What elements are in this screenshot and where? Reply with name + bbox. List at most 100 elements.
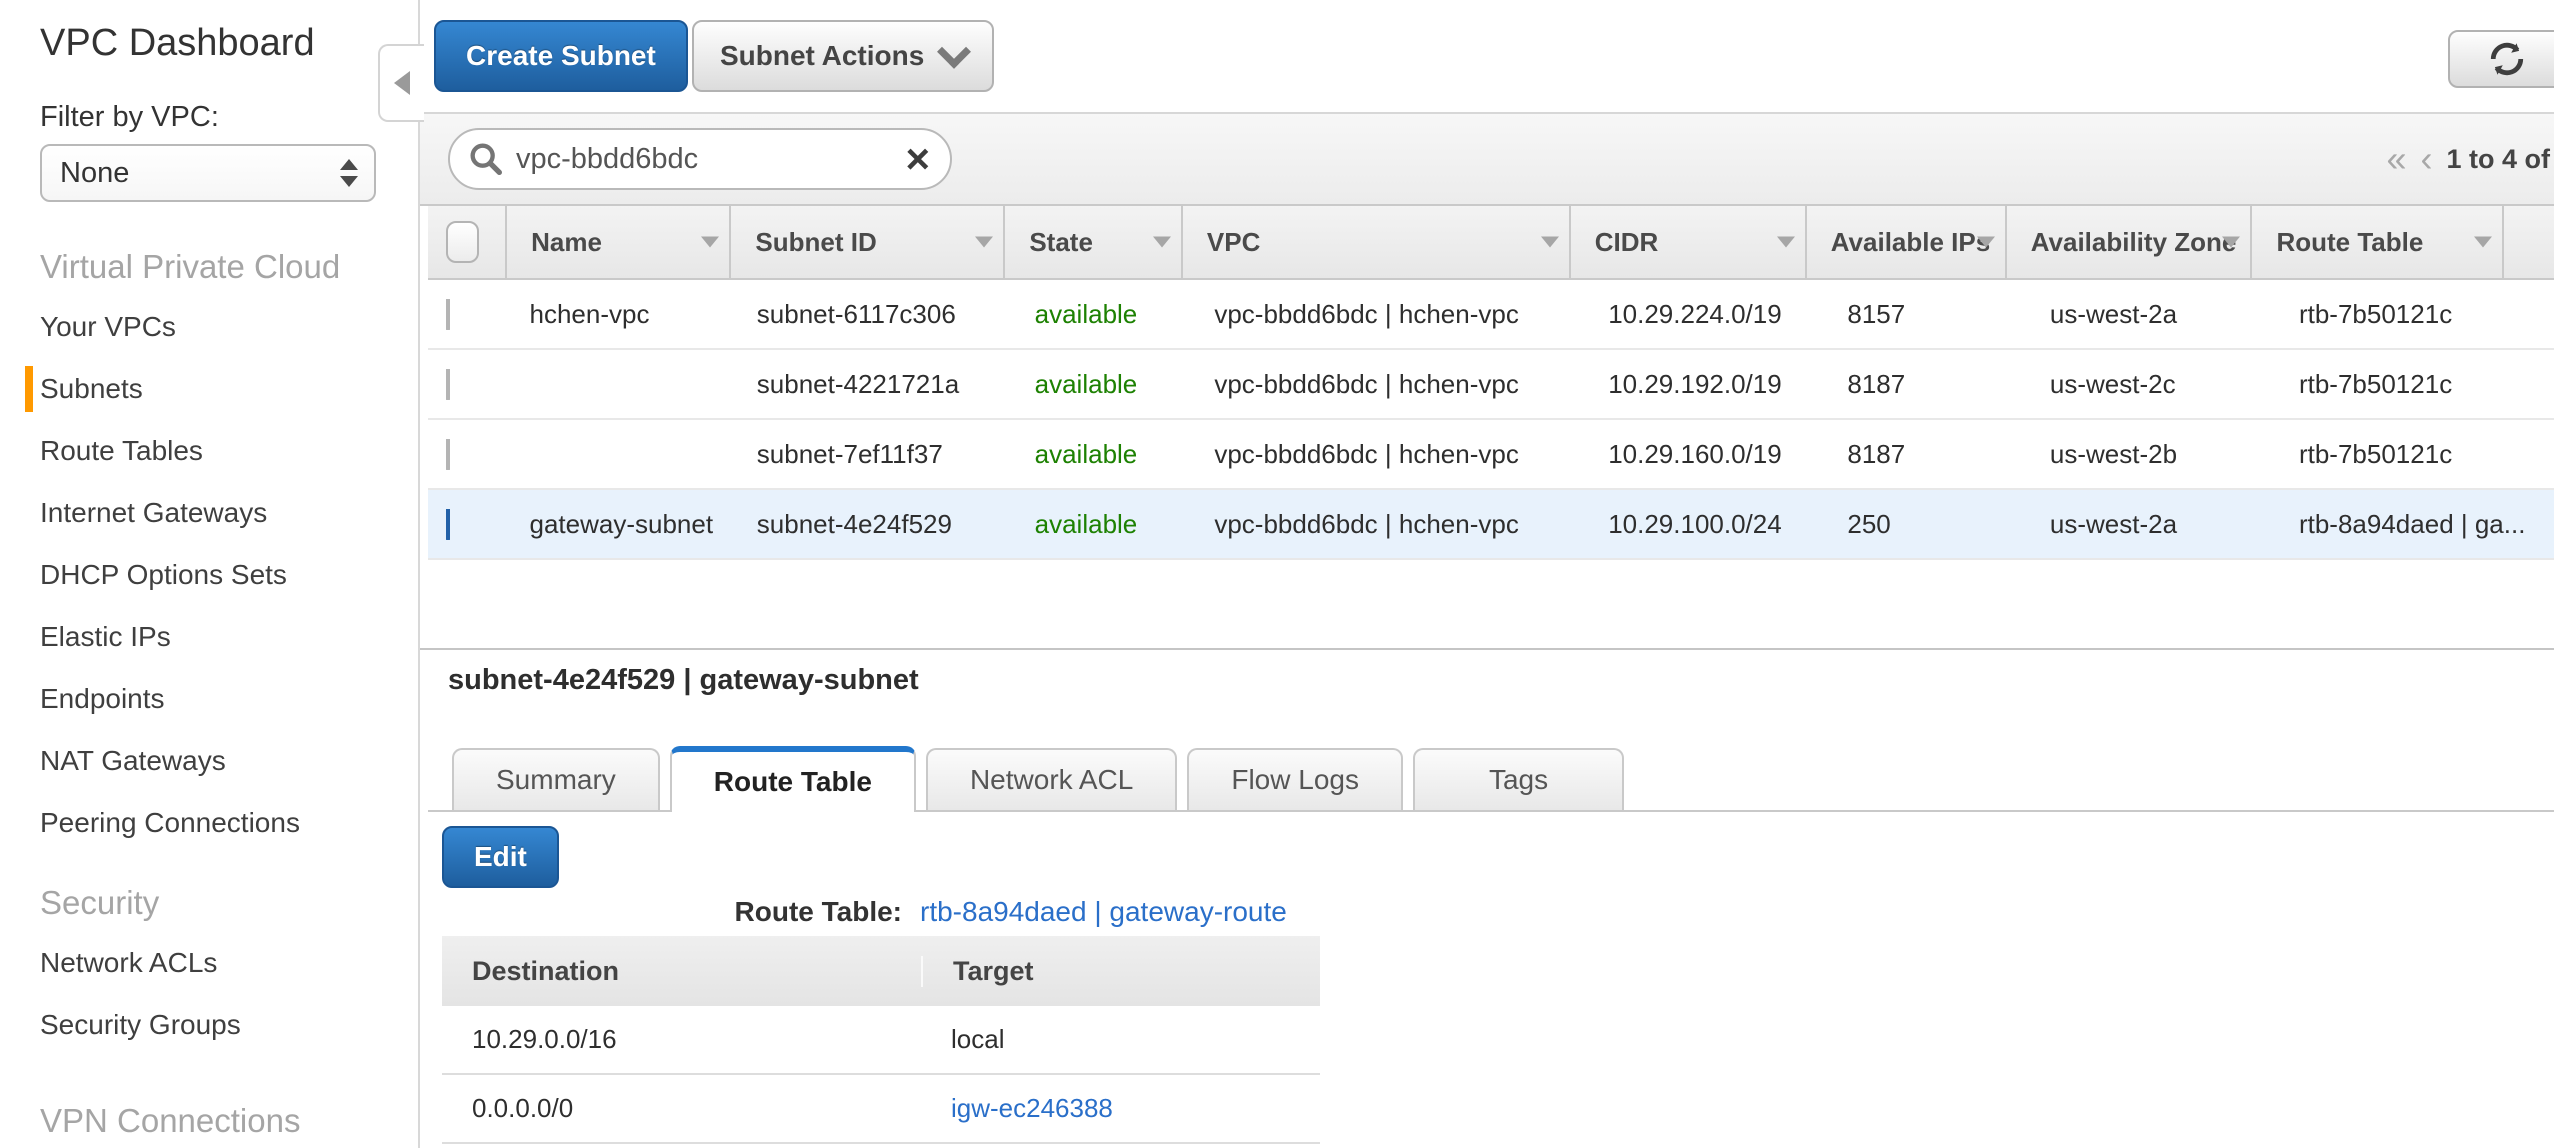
sort-caret-icon[interactable]: [1153, 237, 1171, 248]
table-row[interactable]: subnet-7ef11f37 available vpc-bbdd6bdc |…: [428, 420, 2554, 490]
sort-caret-icon[interactable]: [2222, 237, 2240, 248]
table-row-selected[interactable]: gateway-subnet subnet-4e24f529 available…: [428, 490, 2554, 560]
cell-subnet-id: subnet-6117c306: [733, 299, 1011, 330]
tab-route-table[interactable]: Route Table: [670, 746, 916, 812]
detail-title: subnet-4e24f529 | gateway-subnet: [448, 664, 919, 697]
cell-subnet-id: subnet-4e24f529: [733, 509, 1011, 540]
create-subnet-button[interactable]: Create Subnet: [434, 20, 688, 92]
column-header-name[interactable]: Name: [505, 206, 729, 278]
cell-availability-zone: us-west-2b: [2026, 439, 2275, 470]
route-row: 0.0.0.0/0 igw-ec246388: [442, 1075, 1320, 1144]
sidebar-item-route-tables[interactable]: Route Tables: [0, 420, 418, 482]
refresh-button[interactable]: [2448, 30, 2554, 88]
pagination-first-button[interactable]: «: [2386, 138, 2406, 180]
sidebar-item-your-vpcs[interactable]: Your VPCs: [0, 296, 418, 358]
sidebar: VPC Dashboard Filter by VPC: None Virtua…: [0, 0, 420, 1148]
search-icon: [466, 139, 506, 179]
column-header-stub: [2502, 206, 2554, 278]
edit-button[interactable]: Edit: [442, 826, 559, 888]
column-header-cidr[interactable]: CIDR: [1569, 206, 1805, 278]
sort-caret-icon[interactable]: [2474, 237, 2492, 248]
table-row[interactable]: subnet-4221721a available vpc-bbdd6bdc |…: [428, 350, 2554, 420]
sidebar-item-security-groups[interactable]: Security Groups: [0, 994, 418, 1056]
sidebar-item-elastic-ips[interactable]: Elastic IPs: [0, 606, 418, 668]
tab-network-acl[interactable]: Network ACL: [926, 748, 1177, 810]
routes-col-target: Target: [921, 956, 1320, 987]
page-title: VPC Dashboard: [40, 22, 418, 65]
vpc-filter-select[interactable]: None: [40, 144, 376, 202]
sort-caret-icon[interactable]: [1541, 237, 1559, 248]
search-input[interactable]: [514, 142, 905, 177]
sidebar-collapse-button[interactable]: [378, 44, 424, 122]
column-header-state[interactable]: State: [1003, 206, 1181, 278]
subnet-table: Name Subnet ID State VPC CIDR Available …: [428, 206, 2554, 560]
vpc-filter-value: None: [60, 157, 129, 190]
pagination-range-label: 1 to 4 of: [2446, 144, 2550, 175]
column-header-vpc[interactable]: VPC: [1181, 206, 1569, 278]
row-checkbox[interactable]: [446, 369, 450, 400]
cell-vpc: vpc-bbdd6bdc | hchen-vpc: [1190, 439, 1584, 470]
collapse-left-icon: [394, 71, 410, 95]
select-arrows-icon: [340, 159, 358, 187]
column-header-availability-zone[interactable]: Availability Zone: [2005, 206, 2251, 278]
table-row[interactable]: hchen-vpc subnet-6117c306 available vpc-…: [428, 280, 2554, 350]
filter-bar: × « ‹ 1 to 4 of: [420, 112, 2554, 206]
sidebar-item-network-acls[interactable]: Network ACLs: [0, 932, 418, 994]
row-checkbox-checked[interactable]: [446, 509, 450, 540]
cell-vpc: vpc-bbdd6bdc | hchen-vpc: [1190, 509, 1584, 540]
cell-availability-zone: us-west-2a: [2026, 509, 2275, 540]
pagination-prev-button[interactable]: ‹: [2420, 138, 2432, 180]
sort-caret-icon[interactable]: [701, 237, 719, 248]
cell-available-ips: 8187: [1823, 369, 2025, 400]
clear-search-icon[interactable]: ×: [905, 138, 930, 180]
search-box: ×: [448, 128, 952, 190]
cell-route-table: rtb-7b50121c: [2275, 369, 2530, 400]
cell-name: gateway-subnet: [506, 509, 733, 540]
subnet-actions-label: Subnet Actions: [720, 40, 924, 72]
cell-available-ips: 250: [1823, 509, 2025, 540]
main-content: Create Subnet Subnet Actions ×: [420, 0, 2554, 1148]
route-table-link[interactable]: rtb-8a94daed | gateway-route: [920, 896, 1287, 928]
sidebar-item-endpoints[interactable]: Endpoints: [0, 668, 418, 730]
subnet-actions-button[interactable]: Subnet Actions: [692, 20, 994, 92]
cell-availability-zone: us-west-2c: [2026, 369, 2275, 400]
cell-cidr: 10.29.100.0/24: [1584, 509, 1823, 540]
sidebar-item-subnets[interactable]: Subnets: [0, 358, 418, 420]
sort-caret-icon[interactable]: [1777, 237, 1795, 248]
tab-tags[interactable]: Tags: [1413, 748, 1624, 810]
cell-state: available: [1011, 369, 1191, 400]
cell-vpc: vpc-bbdd6bdc | hchen-vpc: [1190, 299, 1584, 330]
table-header-row: Name Subnet ID State VPC CIDR Available …: [428, 206, 2554, 280]
route-table-label: Route Table:: [442, 896, 902, 928]
tab-summary[interactable]: Summary: [452, 748, 660, 810]
routes-header-row: Destination Target: [442, 936, 1320, 1006]
section-heading-vpc: Virtual Private Cloud: [40, 248, 418, 286]
sidebar-item-peering-connections[interactable]: Peering Connections: [0, 792, 418, 854]
cell-state: available: [1011, 439, 1191, 470]
sort-caret-icon[interactable]: [975, 237, 993, 248]
route-target-link[interactable]: igw-ec246388: [951, 1093, 1113, 1123]
cell-route-table: rtb-7b50121c: [2275, 439, 2530, 470]
sidebar-item-nat-gateways[interactable]: NAT Gateways: [0, 730, 418, 792]
column-header-subnet-id[interactable]: Subnet ID: [729, 206, 1003, 278]
cell-availability-zone: us-west-2a: [2026, 299, 2275, 330]
pagination: « ‹ 1 to 4 of: [2386, 114, 2550, 204]
row-checkbox[interactable]: [446, 299, 450, 330]
cell-cidr: 10.29.224.0/19: [1584, 299, 1823, 330]
route-destination: 0.0.0.0/0: [442, 1093, 921, 1124]
column-header-route-table[interactable]: Route Table: [2250, 206, 2502, 278]
cell-subnet-id: subnet-7ef11f37: [733, 439, 1011, 470]
select-all-checkbox[interactable]: [446, 221, 479, 263]
cell-subnet-id: subnet-4221721a: [733, 369, 1011, 400]
panel-splitter[interactable]: [420, 648, 2554, 650]
tab-flow-logs[interactable]: Flow Logs: [1187, 748, 1403, 810]
sidebar-item-internet-gateways[interactable]: Internet Gateways: [0, 482, 418, 544]
refresh-icon: [2485, 37, 2529, 81]
chevron-down-icon: [937, 35, 971, 69]
sidebar-item-dhcp-options-sets[interactable]: DHCP Options Sets: [0, 544, 418, 606]
column-header-available-ips[interactable]: Available IPs: [1805, 206, 2005, 278]
select-all-cell: [428, 206, 505, 278]
row-checkbox[interactable]: [446, 439, 450, 470]
detail-tabs: Summary Route Table Network ACL Flow Log…: [452, 746, 1624, 812]
sort-caret-icon[interactable]: [1977, 237, 1995, 248]
